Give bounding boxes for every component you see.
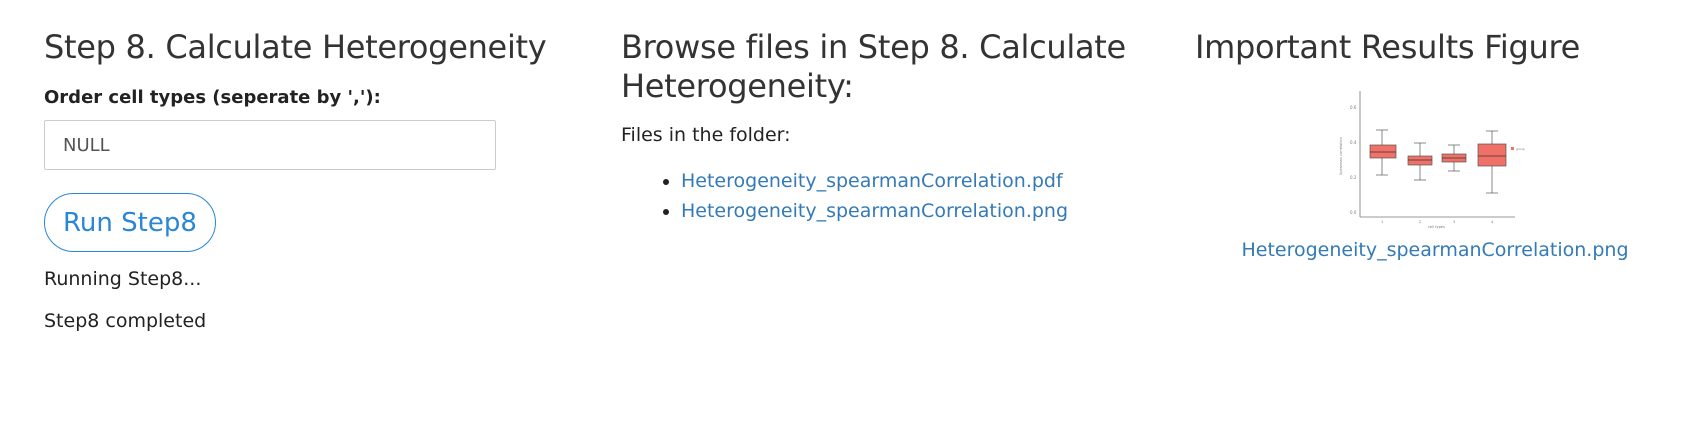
list-item: Heterogeneity_spearmanCorrelation.png bbox=[681, 196, 1161, 226]
run-step8-button[interactable]: Run Step8 bbox=[44, 193, 216, 252]
figure-link[interactable]: Heterogeneity_spearmanCorrelation.png bbox=[1241, 239, 1628, 261]
results-panel: Important Results Figure 0.6 0.4 0.2 0.0… bbox=[1195, 0, 1675, 261]
x-tick: 2 bbox=[1419, 220, 1421, 224]
browse-files-panel: Browse files in Step 8. Calculate Hetero… bbox=[621, 0, 1161, 226]
y-axis-label: Spearman correlation bbox=[1339, 137, 1343, 175]
box-2 bbox=[1407, 155, 1433, 166]
files-in-folder-label: Files in the folder: bbox=[621, 124, 791, 146]
x-tick: 4 bbox=[1491, 220, 1494, 224]
step8-title: Step 8. Calculate Heterogeneity bbox=[44, 28, 547, 66]
boxplot-thumbnail[interactable]: 0.6 0.4 0.2 0.0 Spearman correlation gro… bbox=[1330, 85, 1540, 233]
box-4 bbox=[1477, 143, 1507, 167]
y-tick: 0.2 bbox=[1350, 175, 1357, 180]
file-list: Heterogeneity_spearmanCorrelation.pdf He… bbox=[621, 166, 1161, 226]
legend-swatch bbox=[1511, 147, 1514, 150]
x-tick: 1 bbox=[1381, 220, 1383, 224]
y-tick: 0.4 bbox=[1350, 140, 1357, 145]
order-cell-types-input[interactable] bbox=[44, 120, 496, 170]
step8-panel: Step 8. Calculate Heterogeneity Order ce… bbox=[44, 0, 564, 332]
y-tick: 0.6 bbox=[1350, 105, 1357, 110]
box-1 bbox=[1369, 144, 1397, 159]
status-completed: Step8 completed bbox=[44, 310, 207, 332]
x-tick: 3 bbox=[1453, 220, 1455, 224]
y-tick: 0.0 bbox=[1350, 210, 1357, 215]
file-link-png[interactable]: Heterogeneity_spearmanCorrelation.png bbox=[681, 200, 1068, 222]
x-axis-label: cell types bbox=[1428, 225, 1445, 229]
file-link-pdf[interactable]: Heterogeneity_spearmanCorrelation.pdf bbox=[681, 170, 1063, 192]
list-item: Heterogeneity_spearmanCorrelation.pdf bbox=[681, 166, 1161, 196]
legend-text: group bbox=[1516, 147, 1525, 151]
results-figure: 0.6 0.4 0.2 0.0 Spearman correlation gro… bbox=[1195, 85, 1675, 261]
status-running: Running Step8... bbox=[44, 268, 202, 290]
results-title: Important Results Figure bbox=[1195, 28, 1581, 66]
order-cell-types-label: Order cell types (seperate by ','): bbox=[44, 87, 381, 108]
browse-files-title: Browse files in Step 8. Calculate Hetero… bbox=[621, 28, 1126, 105]
